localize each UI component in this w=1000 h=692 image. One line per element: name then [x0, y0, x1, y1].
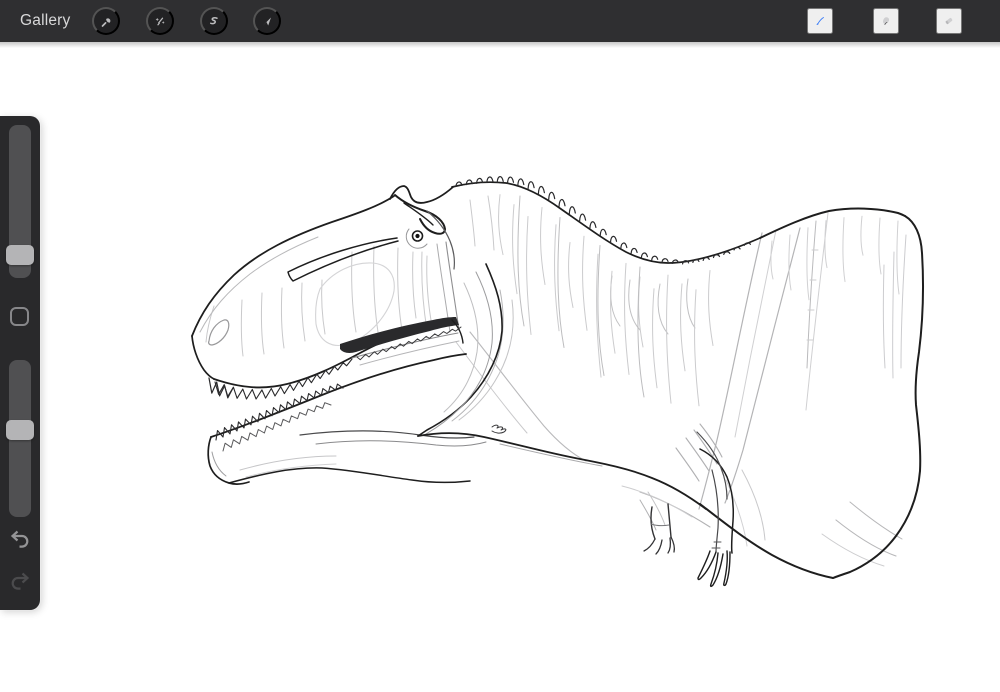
brush-sidebar: [0, 116, 40, 610]
gallery-button[interactable]: Gallery: [20, 0, 71, 42]
actions-button[interactable]: [92, 7, 120, 35]
dinosaur-sketch-artwork: [0, 42, 1000, 692]
redo-icon: [8, 570, 32, 594]
smudge-finger-icon: [881, 8, 891, 34]
paint-tool-button[interactable]: [807, 8, 833, 34]
adjustments-button[interactable]: [146, 7, 174, 35]
eraser-icon: [944, 8, 954, 34]
transform-arrow-icon: [261, 13, 273, 30]
brush-size-slider[interactable]: [9, 125, 31, 278]
drawing-canvas[interactable]: [0, 42, 1000, 692]
undo-button[interactable]: [8, 528, 32, 552]
redo-button[interactable]: [8, 570, 32, 594]
brush-opacity-handle[interactable]: [6, 420, 34, 440]
wrench-icon: [100, 13, 112, 30]
paintbrush-icon: [815, 8, 825, 34]
transform-button[interactable]: [253, 7, 281, 35]
selection-s-icon: [208, 12, 220, 30]
erase-tool-button[interactable]: [936, 8, 962, 34]
magic-wand-icon: [154, 13, 166, 30]
undo-icon: [8, 528, 32, 552]
selection-button[interactable]: [200, 7, 228, 35]
top-toolbar: Gallery: [0, 0, 1000, 42]
brush-opacity-slider[interactable]: [9, 360, 31, 517]
brush-size-handle[interactable]: [6, 245, 34, 265]
modify-button[interactable]: [10, 307, 29, 326]
smudge-tool-button[interactable]: [873, 8, 899, 34]
